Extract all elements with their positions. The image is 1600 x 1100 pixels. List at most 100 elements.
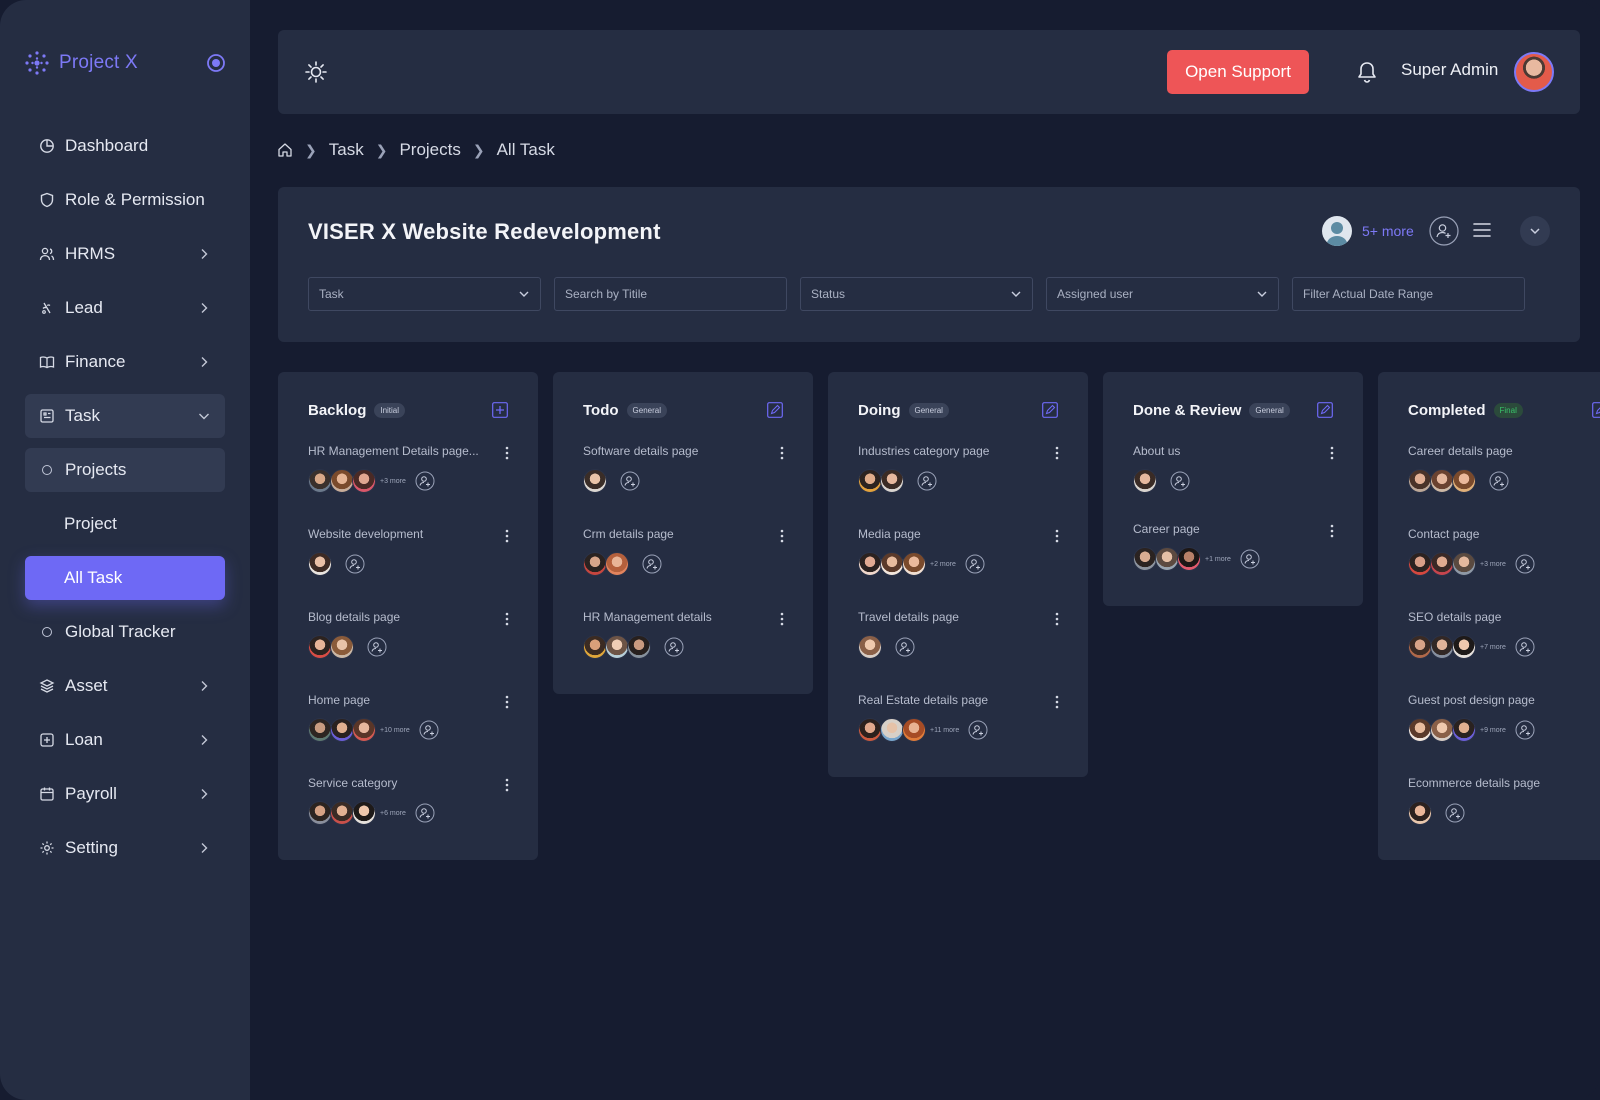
avatar[interactable] [1452, 469, 1476, 493]
avatar[interactable] [330, 801, 354, 825]
more-vertical-icon[interactable] [1053, 611, 1061, 627]
task-card[interactable]: Media page +2 more [858, 527, 1063, 597]
date-range-input[interactable] [1292, 277, 1525, 311]
avatar[interactable] [1177, 547, 1201, 571]
avatar[interactable] [1408, 718, 1432, 742]
sidebar-item-projects[interactable]: Projects [25, 448, 225, 492]
avatar[interactable] [858, 718, 882, 742]
search-title-input[interactable] [554, 277, 787, 311]
add-user-icon[interactable] [345, 554, 365, 574]
task-card[interactable]: Crm details page [583, 527, 788, 597]
task-card[interactable]: Career page +1 more [1133, 522, 1338, 592]
avatar[interactable] [1430, 552, 1454, 576]
more-vertical-icon[interactable] [1053, 694, 1061, 710]
add-user-icon[interactable] [968, 720, 988, 740]
more-vertical-icon[interactable] [778, 445, 786, 461]
avatar[interactable] [308, 718, 332, 742]
avatar[interactable] [1430, 718, 1454, 742]
add-user-icon[interactable] [1515, 720, 1535, 740]
avatar[interactable] [902, 718, 926, 742]
add-user-icon[interactable] [419, 720, 439, 740]
sidebar-item-lead[interactable]: Lead [25, 286, 225, 330]
add-member-icon[interactable] [1429, 216, 1459, 246]
add-user-icon[interactable] [895, 637, 915, 657]
avatar[interactable] [352, 469, 376, 493]
edit-column-icon[interactable] [767, 402, 783, 418]
avatar[interactable] [308, 552, 332, 576]
task-card[interactable]: Guest post design page +9 more [1408, 693, 1600, 763]
avatar[interactable] [352, 801, 376, 825]
avatar[interactable] [880, 469, 904, 493]
avatar[interactable] [1408, 469, 1432, 493]
task-card[interactable]: Real Estate details page +11 more [858, 693, 1063, 763]
avatar[interactable] [352, 718, 376, 742]
sidebar-toggle-icon[interactable] [206, 53, 226, 73]
more-assignees[interactable]: +2 more [930, 561, 956, 568]
avatar[interactable] [1452, 718, 1476, 742]
edit-column-icon[interactable] [1592, 402, 1600, 418]
avatar[interactable] [605, 635, 629, 659]
more-assignees[interactable]: +3 more [1480, 561, 1506, 568]
avatar[interactable] [1155, 547, 1179, 571]
avatar[interactable] [880, 552, 904, 576]
task-card[interactable]: Industries category page [858, 444, 1063, 514]
more-vertical-icon[interactable] [1328, 523, 1336, 539]
sidebar-item-hrms[interactable]: HRMS [25, 232, 225, 276]
add-user-icon[interactable] [642, 554, 662, 574]
task-card[interactable]: Software details page [583, 444, 788, 514]
task-card[interactable]: Ecommerce details page [1408, 776, 1600, 846]
breadcrumb-projects[interactable]: Projects [399, 140, 460, 160]
theme-toggle-sun-icon[interactable] [304, 60, 328, 84]
avatar[interactable] [880, 718, 904, 742]
avatar[interactable] [583, 552, 607, 576]
avatar[interactable] [902, 552, 926, 576]
add-user-icon[interactable] [1240, 549, 1260, 569]
member-avatar[interactable] [1322, 216, 1352, 246]
task-card[interactable]: Blog details page [308, 610, 513, 680]
sidebar-item-global-tracker[interactable]: Global Tracker [25, 610, 225, 654]
avatar[interactable] [627, 635, 651, 659]
task-card[interactable]: Home page +10 more [308, 693, 513, 763]
task-card[interactable]: About us [1133, 444, 1338, 514]
avatar[interactable] [1408, 635, 1432, 659]
notification-bell-icon[interactable] [1356, 60, 1378, 84]
members-more-link[interactable]: 5+ more [1362, 223, 1414, 239]
more-vertical-icon[interactable] [503, 777, 511, 793]
add-user-icon[interactable] [1515, 637, 1535, 657]
user-avatar[interactable] [1514, 52, 1554, 92]
avatar[interactable] [1133, 547, 1157, 571]
sidebar-item-project[interactable]: Project [25, 502, 225, 546]
task-card[interactable]: HR Management Details page... +3 more [308, 444, 513, 514]
more-vertical-icon[interactable] [503, 445, 511, 461]
more-assignees[interactable]: +11 more [930, 727, 959, 734]
sidebar-item-all-task[interactable]: All Task [25, 556, 225, 600]
add-user-icon[interactable] [1489, 471, 1509, 491]
avatar[interactable] [1452, 552, 1476, 576]
more-vertical-icon[interactable] [778, 611, 786, 627]
assigned-user-filter-select[interactable]: Assigned user [1046, 277, 1279, 311]
avatar[interactable] [330, 635, 354, 659]
avatar[interactable] [1430, 635, 1454, 659]
status-filter-select[interactable]: Status [800, 277, 1033, 311]
breadcrumb-task[interactable]: Task [329, 140, 364, 160]
avatar[interactable] [1133, 469, 1157, 493]
add-user-icon[interactable] [367, 637, 387, 657]
collapse-panel-button[interactable] [1520, 216, 1550, 246]
add-task-icon[interactable] [492, 402, 508, 418]
task-card[interactable]: HR Management details [583, 610, 788, 680]
sidebar-item-loan[interactable]: Loan [25, 718, 225, 762]
menu-icon[interactable] [1473, 222, 1491, 238]
add-user-icon[interactable] [965, 554, 985, 574]
edit-column-icon[interactable] [1042, 402, 1058, 418]
avatar[interactable] [1430, 469, 1454, 493]
add-user-icon[interactable] [415, 471, 435, 491]
more-vertical-icon[interactable] [503, 528, 511, 544]
more-assignees[interactable]: +7 more [1480, 644, 1506, 651]
add-user-icon[interactable] [415, 803, 435, 823]
avatar[interactable] [1408, 801, 1432, 825]
more-vertical-icon[interactable] [1053, 445, 1061, 461]
more-assignees[interactable]: +1 more [1205, 556, 1231, 563]
task-card[interactable]: SEO details page +7 more [1408, 610, 1600, 680]
task-card[interactable]: Website development [308, 527, 513, 597]
avatar[interactable] [1452, 635, 1476, 659]
